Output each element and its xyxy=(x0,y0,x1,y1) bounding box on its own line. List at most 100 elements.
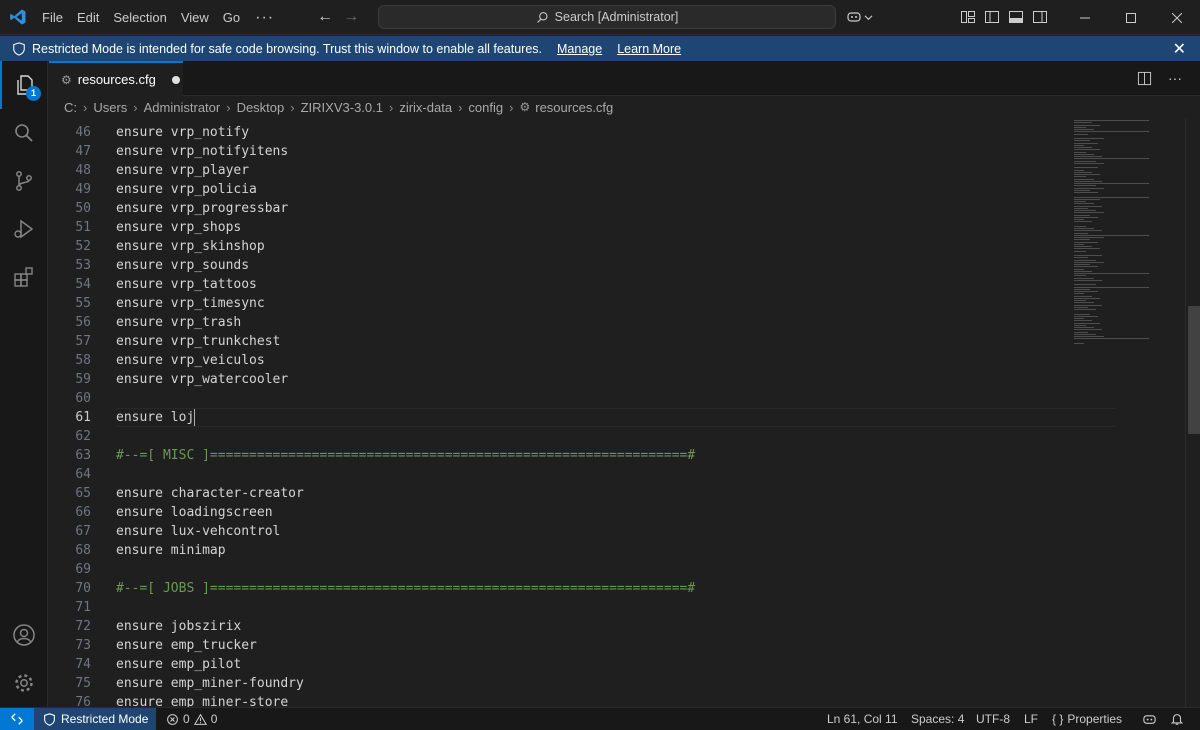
line-number: 70 xyxy=(75,581,91,596)
minimap-line xyxy=(1074,268,1084,270)
explorer-button[interactable]: 1 xyxy=(0,61,48,109)
menu-selection[interactable]: Selection xyxy=(106,0,173,35)
manage-link[interactable]: Manage xyxy=(557,42,602,56)
language-mode-status[interactable]: { } Properties xyxy=(1052,708,1122,730)
manage-settings-button[interactable] xyxy=(0,659,48,707)
customize-layout-icon[interactable] xyxy=(960,9,976,25)
warning-icon xyxy=(193,713,207,725)
minimap-line xyxy=(1074,239,1090,241)
split-editor-icon[interactable] xyxy=(1137,71,1152,89)
breadcrumb-item[interactable]: C: xyxy=(64,100,77,115)
cursor-position-status[interactable]: Ln 61, Col 11 xyxy=(827,708,898,730)
run-debug-button[interactable] xyxy=(0,205,48,253)
problems-status[interactable]: 0 0 xyxy=(166,708,217,730)
notifications-bell-icon[interactable] xyxy=(1170,708,1184,730)
chevron-right-icon: › xyxy=(458,99,463,115)
code-line[interactable]: ensure character-creator xyxy=(116,484,304,503)
source-control-button[interactable] xyxy=(0,157,48,205)
code-line[interactable]: ensure loj xyxy=(116,408,194,427)
code-line[interactable]: ensure lux-vehcontrol xyxy=(116,522,280,541)
code-line[interactable]: ensure vrp_notify xyxy=(116,123,249,142)
eol-status[interactable]: LF xyxy=(1024,708,1038,730)
code-line[interactable]: ensure vrp_trash xyxy=(116,313,241,332)
line-number: 65 xyxy=(75,486,91,501)
scrollbar-thumb[interactable] xyxy=(1188,306,1200,434)
indentation-status[interactable]: Spaces: 4 xyxy=(911,708,964,730)
code-line[interactable]: #--=[ MISC ]============================… xyxy=(116,446,695,465)
code-line[interactable]: ensure vrp_timesync xyxy=(116,294,265,313)
minimap-line xyxy=(1074,234,1149,236)
code-line[interactable]: ensure emp_trucker xyxy=(116,636,257,655)
maximize-icon xyxy=(1126,12,1136,23)
code-line[interactable]: ensure vrp_notifyitens xyxy=(116,142,288,161)
code-line[interactable]: #--=[ JOBS ]============================… xyxy=(116,579,695,598)
menu-view[interactable]: View xyxy=(174,0,216,35)
toggle-primary-sidebar-icon[interactable] xyxy=(984,9,1000,25)
code-line[interactable]: ensure emp_miner-foundry xyxy=(116,674,304,693)
search-view-button[interactable] xyxy=(0,109,48,157)
minimap-line xyxy=(1074,120,1149,121)
code-line[interactable]: ensure vrp_watercooler xyxy=(116,370,288,389)
learn-more-link[interactable]: Learn More xyxy=(617,42,681,56)
code-line[interactable]: ensure vrp_shops xyxy=(116,218,241,237)
accounts-button[interactable] xyxy=(0,611,48,659)
breadcrumb-item[interactable]: zirix-data xyxy=(399,100,452,115)
code-line[interactable]: ensure vrp_trunkchest xyxy=(116,332,280,351)
breadcrumb-item[interactable]: Users xyxy=(93,100,127,115)
code-line[interactable]: ensure vrp_policia xyxy=(116,180,257,199)
menu-more-button[interactable]: ··· xyxy=(247,0,282,35)
source-control-icon xyxy=(16,171,32,191)
minimize-button[interactable] xyxy=(1062,0,1108,35)
remote-icon xyxy=(11,713,23,725)
copilot-button[interactable] xyxy=(846,9,873,25)
menu-go[interactable]: Go xyxy=(216,0,247,35)
remote-indicator[interactable] xyxy=(0,708,34,730)
breadcrumb-item[interactable]: Administrator xyxy=(144,100,221,115)
unsaved-dot-icon[interactable] xyxy=(171,75,180,84)
code-line[interactable]: ensure jobszirix xyxy=(116,617,241,636)
tab-resources-cfg[interactable]: ⚙ resources.cfg xyxy=(49,61,183,96)
close-window-button[interactable] xyxy=(1154,0,1200,35)
toggle-secondary-sidebar-icon[interactable] xyxy=(1032,9,1048,25)
breadcrumb-item[interactable]: resources.cfg xyxy=(535,100,613,115)
menu-edit[interactable]: Edit xyxy=(70,0,106,35)
minimap-line xyxy=(1074,124,1100,126)
code-content[interactable]: ensure vrp_notify ensure vrp_notifyitens e… xyxy=(116,118,1116,707)
code-line[interactable]: ensure vrp_veiculos xyxy=(116,351,265,370)
line-number: 59 xyxy=(75,372,91,387)
code-line[interactable]: ensure vrp_progressbar xyxy=(116,199,288,218)
code-line[interactable]: ensure vrp_tattoos xyxy=(116,275,257,294)
code-line[interactable]: ensure vrp_sounds xyxy=(116,256,249,275)
command-center-search[interactable]: Search [Administrator] xyxy=(378,5,836,29)
minimap-line xyxy=(1074,250,1086,252)
extensions-button[interactable] xyxy=(0,253,48,301)
back-arrow-icon[interactable]: ← xyxy=(312,8,338,26)
maximize-button[interactable] xyxy=(1108,0,1154,35)
code-line[interactable]: ensure loadingscreen xyxy=(116,503,273,522)
code-line[interactable]: ensure emp_miner-store xyxy=(116,693,288,707)
minimap-line xyxy=(1074,183,1149,184)
banner-close-icon[interactable]: ✕ xyxy=(1173,39,1186,59)
code-line[interactable]: ensure minimap xyxy=(116,541,226,560)
minimap-line xyxy=(1074,315,1098,317)
line-number: 62 xyxy=(75,429,91,444)
menu-file[interactable]: File xyxy=(35,0,70,35)
breadcrumb-item[interactable]: config xyxy=(468,100,503,115)
code-line[interactable]: ensure emp_pilot xyxy=(116,655,241,674)
code-line[interactable]: ensure vrp_player xyxy=(116,161,249,180)
minimap-line xyxy=(1074,318,1084,319)
forward-arrow-icon[interactable]: → xyxy=(338,8,364,26)
breadcrumb-item[interactable]: ZIRIXV3-3.0.1 xyxy=(301,100,383,115)
tab-label: resources.cfg xyxy=(77,72,156,87)
code-editor[interactable]: 46 47 48 49 50 51 52 53 54 55 56 57 58 59 60 61 62 63 64 65… xyxy=(49,118,1200,707)
more-actions-icon[interactable]: ··· xyxy=(1168,71,1182,89)
toggle-panel-icon[interactable] xyxy=(1008,9,1024,25)
minimap[interactable] xyxy=(1070,118,1185,707)
code-line[interactable]: ensure vrp_skinshop xyxy=(116,237,265,256)
vertical-scrollbar[interactable] xyxy=(1185,118,1200,707)
breadcrumb-item[interactable]: Desktop xyxy=(237,100,285,115)
encoding-status[interactable]: UTF-8 xyxy=(976,708,1010,730)
restricted-mode-status[interactable]: Restricted Mode xyxy=(34,708,157,730)
copilot-status-icon[interactable] xyxy=(1142,708,1157,730)
minimap-line xyxy=(1074,221,1092,223)
